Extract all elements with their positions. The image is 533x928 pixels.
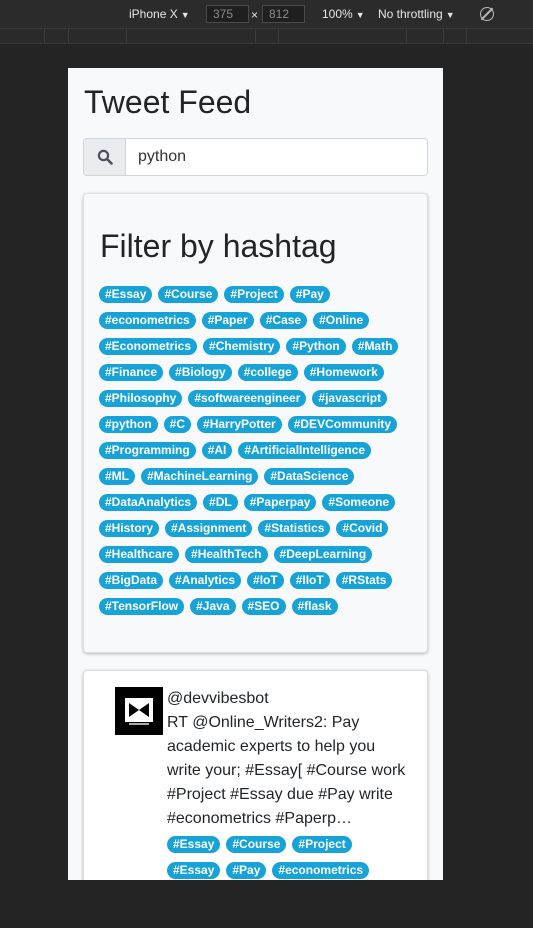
width-input[interactable]: 375 (206, 5, 249, 23)
hashtag-badge[interactable]: #DataAnalytics (99, 494, 198, 511)
devtools-ruler (0, 28, 533, 44)
height-input[interactable]: 812 (262, 5, 305, 23)
hashtag-badge[interactable]: #BigData (99, 572, 164, 589)
hashtag-badge[interactable]: #flask (291, 598, 338, 615)
hashtag-badge[interactable]: #HarryPotter (197, 416, 282, 433)
chevron-down-icon: ▼ (445, 10, 455, 20)
devtools-toolbar: iPhone X ▼ 375 × 812 100% ▼ No throttling ▼ (0, 0, 533, 28)
hashtag-badge[interactable]: #Course (226, 836, 287, 853)
hashtag-badge[interactable]: #Homework (303, 364, 384, 381)
tweet-hashtag-list: #Essay #Course #Project #Essay #Pay #economet… (167, 835, 407, 880)
filter-title: Filter by hashtag (100, 228, 337, 264)
hashtag-badge[interactable]: #Chemistry (203, 338, 281, 355)
page-title: Tweet Feed (84, 84, 252, 120)
tweet-text: RT @Online_Writers2: Pay academic expert… (167, 714, 406, 827)
hashtag-badge[interactable]: #IoT (247, 572, 284, 589)
zoom-label: 100% (322, 7, 353, 21)
hashtag-badge[interactable]: #Finance (99, 364, 164, 381)
hashtag-badge[interactable]: #python (99, 416, 158, 433)
search-icon (97, 149, 113, 165)
hashtag-filter-card: Filter by hashtag #Essay #Course #Project #… (83, 193, 428, 653)
hashtag-badge[interactable]: #college (237, 364, 298, 381)
hashtag-badge[interactable]: #Biology (169, 364, 232, 381)
hashtag-list: #Essay #Course #Project #Pay #econometrics #P… (99, 285, 419, 623)
throttling-label: No throttling (378, 7, 443, 21)
tweet-card: @devvibesbot RT @Online_Writers2: Pay ac… (83, 670, 428, 880)
hashtag-badge[interactable]: #Statistics (258, 520, 331, 537)
device-select[interactable]: iPhone X ▼ (129, 7, 190, 21)
hashtag-badge[interactable]: #Programming (99, 442, 196, 459)
device-label: iPhone X (129, 7, 178, 21)
hashtag-badge[interactable]: #Java (190, 598, 236, 615)
hashtag-badge[interactable]: #Course (158, 286, 219, 303)
hashtag-badge[interactable]: #Paperpay (243, 494, 317, 511)
hashtag-badge[interactable]: #HealthTech (185, 546, 268, 563)
hashtag-badge[interactable]: #Analytics (169, 572, 242, 589)
hashtag-badge[interactable]: #Philosophy (99, 390, 183, 407)
hashtag-badge[interactable]: #Online (313, 312, 370, 329)
hashtag-badge[interactable]: #DataScience (264, 468, 355, 485)
hashtag-badge[interactable]: #DeepLearning (273, 546, 373, 563)
hashtag-badge[interactable]: #History (99, 520, 160, 537)
tweet-handle[interactable]: @devvibesbot (167, 687, 407, 711)
hashtag-badge[interactable]: #Essay (99, 286, 153, 303)
zoom-select[interactable]: 100% ▼ (322, 7, 365, 21)
hashtag-badge[interactable]: #javascript (312, 390, 388, 407)
hashtag-badge[interactable]: #C (163, 416, 192, 433)
hashtag-badge[interactable]: #Essay (167, 836, 221, 853)
chevron-down-icon: ▼ (180, 10, 190, 20)
hashtag-badge[interactable]: #softwareengineer (188, 390, 307, 407)
hashtag-badge[interactable]: #ArtificialIntelligence (238, 442, 372, 459)
hashtag-badge[interactable]: #IIoT (289, 572, 330, 589)
mobile-viewport: Tweet Feed Filter by hashtag #Essay #Cour… (68, 68, 443, 880)
search-bar (83, 138, 428, 176)
hashtag-badge[interactable]: #Project (292, 836, 352, 853)
hashtag-badge[interactable]: #SEO (241, 598, 286, 615)
hashtag-badge[interactable]: #Paper (201, 312, 254, 329)
hashtag-badge[interactable]: #Pay (289, 286, 330, 303)
hashtag-badge[interactable]: #Pay (226, 862, 267, 879)
search-addon (84, 139, 126, 175)
hashtag-badge[interactable]: #Someone (322, 494, 396, 511)
chevron-down-icon: ▼ (355, 10, 365, 20)
hashtag-badge[interactable]: #econometrics (272, 862, 370, 879)
rotate-icon[interactable] (480, 7, 494, 21)
hashtag-badge[interactable]: #Healthcare (99, 546, 180, 563)
hashtag-badge[interactable]: #Essay (167, 862, 221, 879)
hashtag-badge[interactable]: #RStats (335, 572, 393, 589)
hashtag-badge[interactable]: #DEVCommunity (287, 416, 398, 433)
hashtag-badge[interactable]: #Econometrics (99, 338, 198, 355)
tweet-body: @devvibesbot RT @Online_Writers2: Pay ac… (167, 687, 407, 880)
hashtag-badge[interactable]: #MachineLearning (141, 468, 259, 485)
hashtag-badge[interactable]: #TensorFlow (99, 598, 185, 615)
hashtag-badge[interactable]: #Covid (336, 520, 389, 537)
hashtag-badge[interactable]: #Math (351, 338, 399, 355)
hashtag-badge[interactable]: #econometrics (99, 312, 196, 329)
hashtag-badge[interactable]: #Assignment (165, 520, 253, 537)
hashtag-badge[interactable]: #AI (201, 442, 233, 459)
hashtag-badge[interactable]: #Case (259, 312, 308, 329)
search-input[interactable] (126, 139, 427, 175)
dimension-separator: × (251, 8, 259, 22)
hashtag-badge[interactable]: #Project (224, 286, 284, 303)
hashtag-badge[interactable]: #ML (99, 468, 135, 485)
bot-logo-icon (125, 698, 153, 725)
hashtag-badge[interactable]: #Python (286, 338, 346, 355)
throttling-select[interactable]: No throttling ▼ (378, 7, 455, 21)
avatar (115, 687, 163, 735)
hashtag-badge[interactable]: #DL (203, 494, 238, 511)
